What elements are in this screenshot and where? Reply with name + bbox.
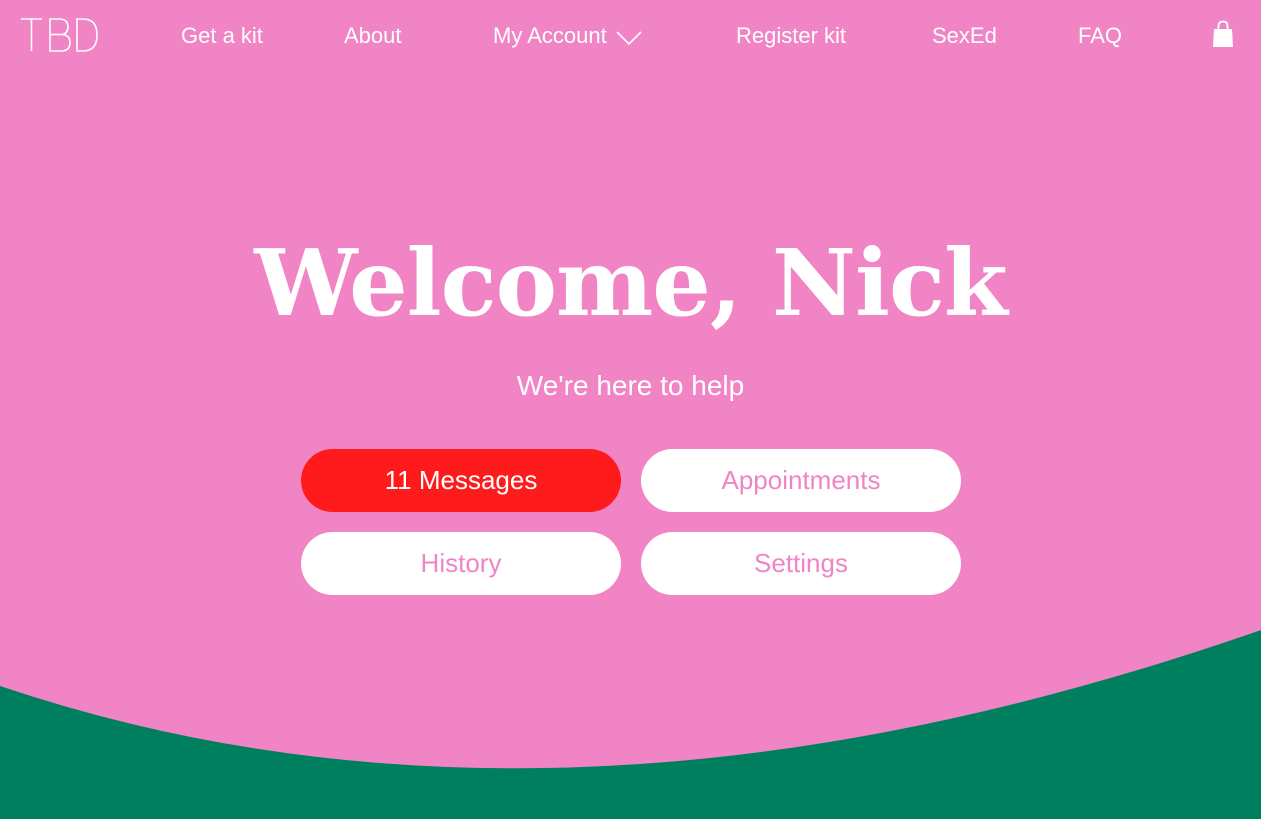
settings-button[interactable]: Settings [641,532,961,595]
decorative-wave [0,630,1261,819]
appointments-button[interactable]: Appointments [641,449,961,512]
nav-my-account[interactable]: My Account [493,22,607,50]
history-button[interactable]: History [301,532,621,595]
nav-get-a-kit[interactable]: Get a kit [181,22,263,50]
nav-faq[interactable]: FAQ [1078,22,1122,50]
nav-register-kit[interactable]: Register kit [736,22,846,50]
welcome-heading: Welcome, Nick [254,229,1007,337]
nav-sexed[interactable]: SexEd [932,22,997,50]
top-navigation: Get a kit About My Account Register kit … [0,0,1261,72]
chevron-down-icon[interactable] [616,30,642,46]
tbd-logo[interactable] [20,18,98,52]
messages-button[interactable]: 11 Messages [301,449,621,512]
shopping-bag-icon[interactable] [1212,20,1234,48]
welcome-subtitle: We're here to help [516,370,745,401]
nav-about[interactable]: About [344,22,402,50]
